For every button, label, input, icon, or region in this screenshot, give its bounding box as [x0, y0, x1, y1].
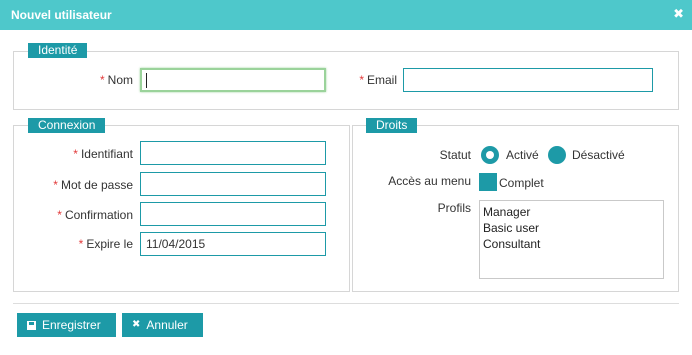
- confirmation-input[interactable]: [140, 202, 326, 226]
- mot-de-passe-label: * Mot de passe: [53, 178, 133, 192]
- profil-option-basic-user[interactable]: Basic user: [483, 220, 660, 236]
- acces-menu-label: Accès au menu: [388, 174, 471, 188]
- required-marker: *: [53, 178, 58, 192]
- footer-divider: [13, 303, 679, 304]
- statut-desactive-radio[interactable]: [548, 146, 566, 164]
- floppy-disk-icon: [27, 320, 36, 330]
- close-icon[interactable]: ✖: [673, 6, 684, 22]
- complet-checkbox[interactable]: [479, 173, 497, 191]
- droits-legend: Droits: [366, 118, 418, 133]
- cancel-button-label: Annuler: [146, 318, 188, 332]
- statut-active-label[interactable]: Activé: [506, 148, 539, 163]
- profil-option-consultant[interactable]: Consultant: [483, 236, 660, 252]
- nom-input[interactable]: [140, 68, 326, 92]
- statut-active-radio[interactable]: [481, 146, 499, 164]
- dialog-title: Nouvel utilisateur: [11, 8, 112, 22]
- confirmation-label: * Confirmation: [57, 208, 133, 222]
- profils-label: Profils: [437, 201, 471, 215]
- email-label-text: Email: [366, 73, 397, 87]
- connexion-legend: Connexion: [28, 118, 106, 133]
- profils-listbox[interactable]: Manager Basic user Consultant: [479, 200, 664, 279]
- required-marker: *: [57, 208, 62, 222]
- mot-de-passe-input[interactable]: [140, 172, 326, 196]
- save-button-label: Enregistrer: [42, 318, 101, 332]
- complet-label[interactable]: Complet: [499, 176, 544, 191]
- save-button[interactable]: Enregistrer: [17, 313, 116, 337]
- required-marker: *: [99, 73, 105, 87]
- identifiant-input[interactable]: [140, 141, 326, 165]
- required-marker: *: [78, 237, 84, 251]
- email-input[interactable]: [403, 68, 653, 92]
- cancel-button[interactable]: ✖ Annuler: [122, 313, 203, 337]
- profil-option-manager[interactable]: Manager: [483, 204, 660, 220]
- email-label: * Email: [330, 73, 397, 88]
- required-marker: *: [73, 147, 78, 161]
- dialog-titlebar: Nouvel utilisateur ✖: [0, 0, 692, 30]
- nom-label: * Nom: [60, 73, 133, 88]
- expire-le-input[interactable]: 11/04/2015: [140, 232, 326, 256]
- identite-legend: Identité: [28, 43, 88, 58]
- x-icon: ✖: [132, 319, 141, 330]
- nom-label-text: Nom: [107, 73, 133, 87]
- statut-label: Statut: [439, 148, 471, 162]
- required-marker: *: [359, 73, 364, 87]
- identifiant-label: * Identifiant: [73, 147, 133, 161]
- expire-le-label: * Expire le: [78, 237, 133, 251]
- statut-desactive-label[interactable]: Désactivé: [572, 148, 625, 163]
